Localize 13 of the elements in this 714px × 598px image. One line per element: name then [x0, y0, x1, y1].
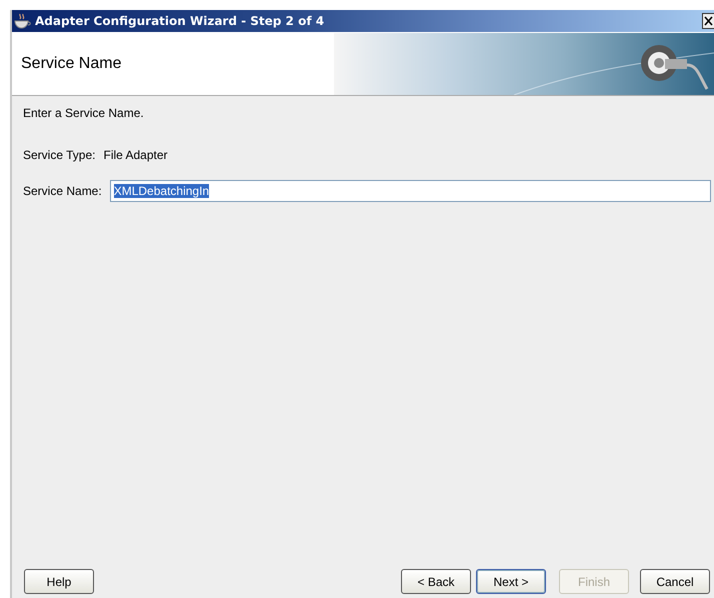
service-type-value: File Adapter	[103, 148, 168, 162]
service-name-label: Service Name:	[23, 184, 102, 198]
service-name-field[interactable]: XMLDebatchingIn	[110, 180, 711, 202]
cup-icon	[14, 13, 32, 29]
wizard-button[interactable]: < Back	[401, 569, 471, 594]
service-type-label: Service Type:	[23, 148, 96, 162]
window-title: Adapter Configuration Wizard - Step 2 of 4	[35, 14, 324, 28]
close-icon[interactable]	[702, 13, 714, 29]
wizard-button[interactable]: Next >	[476, 569, 546, 594]
wizard-button[interactable]: Help	[24, 569, 94, 594]
wizard-button[interactable]: Cancel	[640, 569, 710, 594]
instruction-text: Enter a Service Name.	[23, 106, 145, 122]
page-heading: Service Name	[20, 54, 122, 72]
